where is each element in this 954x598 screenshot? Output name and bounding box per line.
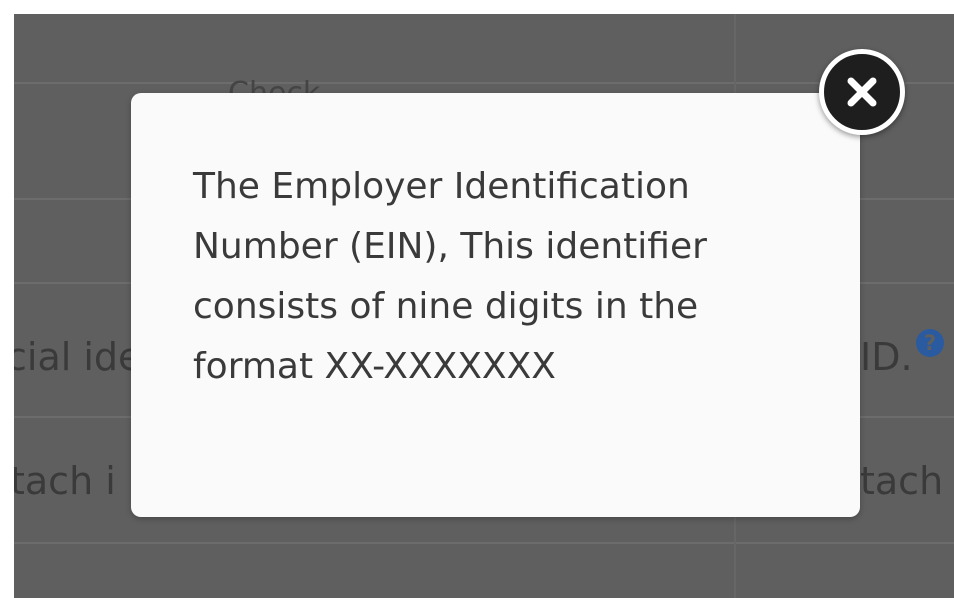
row-divider <box>14 82 954 84</box>
question-circle-icon[interactable]: ? <box>916 329 944 357</box>
modal-message: The Employer Identification Number (EIN)… <box>193 166 707 387</box>
info-tooltip-modal: The Employer Identification Number (EIN)… <box>131 93 860 517</box>
background-attach-label-right: tach <box>860 459 944 503</box>
background-row-label-left: cial ide <box>14 335 142 379</box>
row-divider <box>14 542 954 544</box>
screen: Check cial ide ID. tach i tach ? The Emp… <box>0 0 954 598</box>
background-row-label-right: ID. <box>860 335 913 379</box>
close-button[interactable] <box>819 49 905 135</box>
background-attach-label-left: tach i <box>14 459 116 503</box>
close-icon <box>847 77 877 107</box>
